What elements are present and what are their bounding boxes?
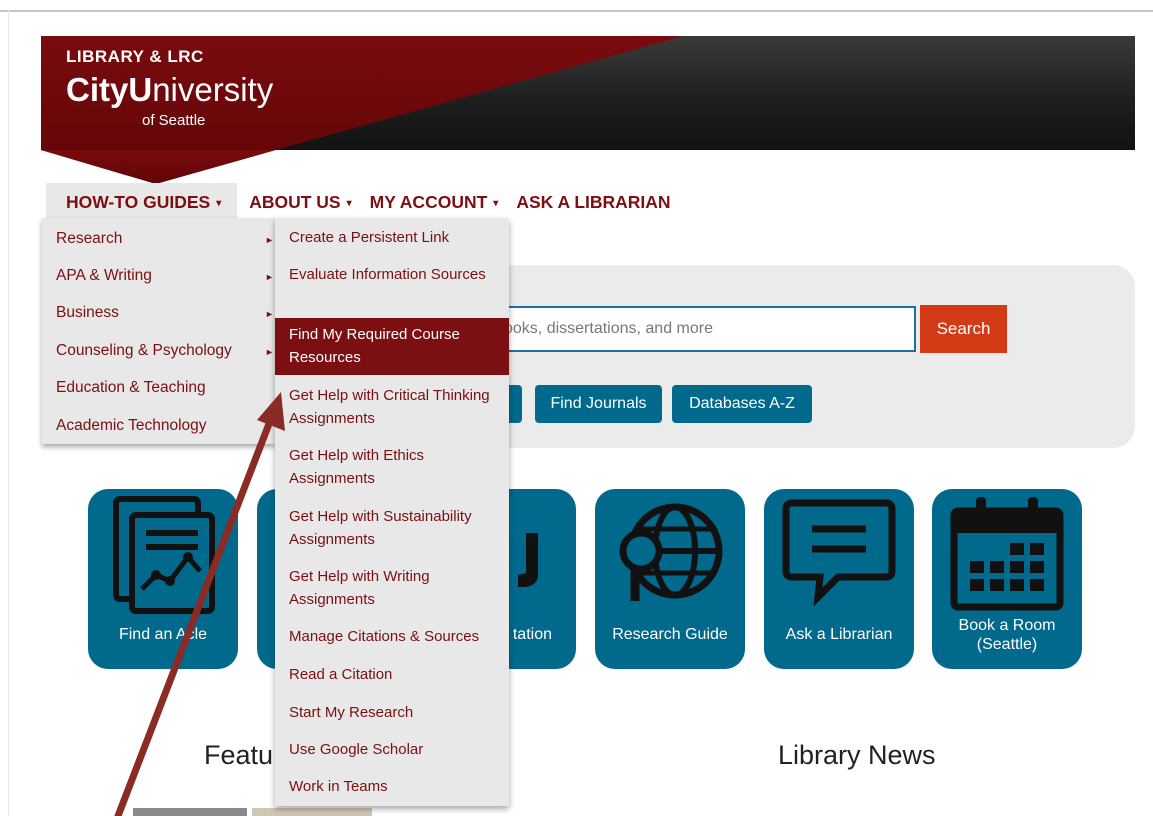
tile-research-guide[interactable]: Research Guide xyxy=(595,489,745,669)
logo-subtitle: of Seattle xyxy=(142,112,206,129)
speech-bubble-icon xyxy=(782,499,896,607)
featured-heading: Featu xyxy=(204,740,274,770)
submenu-item-start-my-research[interactable]: Start My Research xyxy=(275,701,509,724)
search-input[interactable]: ooks, dissertations, and more xyxy=(496,306,916,352)
tile-book-a-room-label: Book a Room (Seattle) xyxy=(958,617,1056,653)
logo-u: U xyxy=(128,71,153,108)
nav-about-us[interactable]: ABOUT US ▾ xyxy=(237,183,367,221)
article-chart-icon xyxy=(113,496,215,614)
site-header: LIBRARY & LRC CityUniversity of Seattle xyxy=(41,36,1135,184)
submenu-item-manage-citations[interactable]: Manage Citations & Sources xyxy=(275,625,509,648)
submenu-item-read-a-citation[interactable]: Read a Citation xyxy=(275,663,509,686)
globe-magnifier-icon xyxy=(619,503,723,601)
menu-item-counseling-psychology[interactable]: Counseling & Psychology xyxy=(56,342,232,360)
submenu-item-work-in-teams[interactable]: Work in Teams xyxy=(275,775,509,798)
submenu-item-critical-thinking[interactable]: Get Help with Critical Thinking Assignme… xyxy=(275,384,509,430)
nav-ask-a-librarian-label: ASK A LIBRARIAN xyxy=(516,192,671,212)
library-label: LIBRARY & LRC xyxy=(66,47,204,66)
search-button[interactable]: Search xyxy=(920,305,1007,353)
submenu-item-google-scholar[interactable]: Use Google Scholar xyxy=(275,738,509,761)
tile-research-guide-label: Research Guide xyxy=(612,626,728,643)
featured-thumbnail[interactable] xyxy=(252,808,372,816)
menu-item-academic-technology[interactable]: Academic Technology xyxy=(56,417,207,435)
chevron-down-icon: ▾ xyxy=(216,198,222,209)
menu-item-education-teaching[interactable]: Education & Teaching xyxy=(56,379,206,397)
left-border xyxy=(8,10,9,816)
nav-how-to-guides-label: HOW-TO GUIDES xyxy=(66,192,211,212)
nav-about-us-label: ABOUT US xyxy=(249,192,341,212)
submenu-item-sustainability[interactable]: Get Help with Sustainability Assignments xyxy=(275,505,509,551)
tile-book-a-room[interactable]: Book a Room (Seattle) xyxy=(932,489,1082,669)
menu-item-business[interactable]: Business xyxy=(56,304,119,322)
submenu-item-evaluate-information-sources[interactable]: Evaluate Information Sources xyxy=(275,263,509,286)
tile-label: Find an Acle xyxy=(88,625,238,644)
research-submenu: Create a Persistent Link Evaluate Inform… xyxy=(275,218,509,806)
chevron-down-icon: ▾ xyxy=(493,198,499,209)
submenu-arrow-icon: ► xyxy=(265,235,274,245)
tile-find-an-article[interactable]: Find an Acle xyxy=(88,489,238,669)
submenu-arrow-icon: ► xyxy=(265,309,274,319)
tile-find-an-article-label-end: cle xyxy=(186,626,208,643)
submenu-item-writing[interactable]: Get Help with Writing Assignments xyxy=(275,565,509,611)
submenu-item-ethics[interactable]: Get Help with Ethics Assignments xyxy=(275,444,509,490)
main-nav: HOW-TO GUIDES ▾ ABOUT US ▾ MY ACCOUNT ▾ ASK… xyxy=(46,183,687,221)
logo-rest: niversity xyxy=(152,71,274,108)
submenu-item-find-required-course-resources[interactable]: Find My Required Course Resources xyxy=(275,318,509,375)
logo-city: City xyxy=(66,71,129,108)
submenu-arrow-icon: ► xyxy=(265,272,274,282)
nav-ask-a-librarian[interactable]: ASK A LIBRARIAN xyxy=(514,183,686,221)
top-border xyxy=(0,10,1153,12)
calendar-icon xyxy=(950,497,1064,611)
menu-item-apa-writing[interactable]: APA & Writing xyxy=(56,267,152,285)
how-to-guides-menu: Research ► APA & Writing ► Business ► Co… xyxy=(42,218,275,444)
nav-my-account-label: MY ACCOUNT xyxy=(369,192,488,212)
chevron-down-icon: ▾ xyxy=(346,198,352,209)
nav-how-to-guides[interactable]: HOW-TO GUIDES ▾ xyxy=(46,183,238,221)
nav-my-account[interactable]: MY ACCOUNT ▾ xyxy=(368,183,515,221)
featured-thumbnail[interactable] xyxy=(133,808,247,816)
databases-a-z-button[interactable]: Databases A-Z xyxy=(672,385,812,423)
tile-ask-a-librarian[interactable]: Ask a Librarian xyxy=(764,489,914,669)
city-university-logo[interactable]: CityUniversity xyxy=(66,72,273,108)
menu-item-research[interactable]: Research xyxy=(56,230,122,248)
submenu-item-create-persistent-link[interactable]: Create a Persistent Link xyxy=(275,226,509,249)
tile-ask-a-librarian-label: Ask a Librarian xyxy=(785,626,893,643)
find-journals-button[interactable]: Find Journals xyxy=(535,385,662,423)
submenu-arrow-icon: ► xyxy=(265,347,274,357)
library-news-heading: Library News xyxy=(778,740,936,770)
tile-find-an-article-label: Find an A xyxy=(118,626,187,643)
